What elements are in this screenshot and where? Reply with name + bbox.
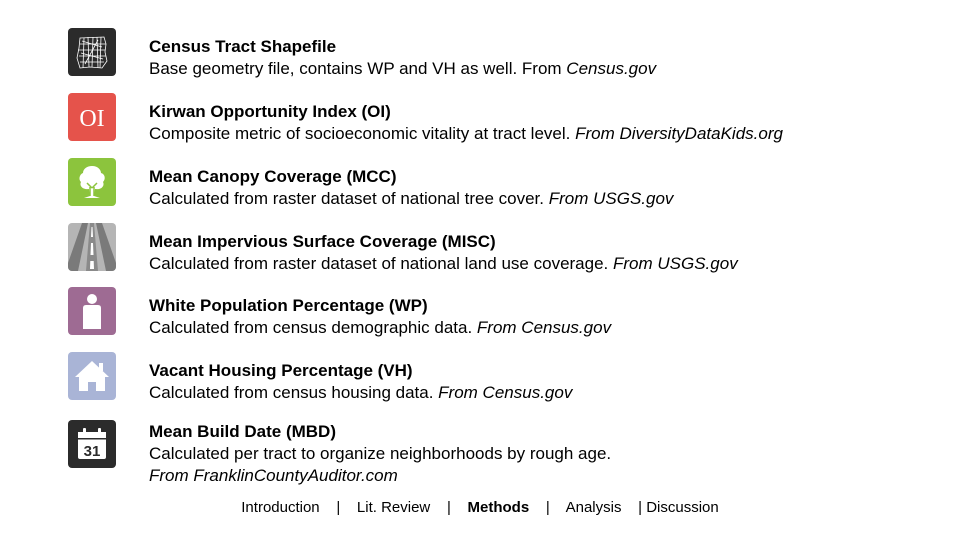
- item-title: Mean Build Date (MBD): [149, 422, 336, 441]
- item-description: Base geometry file, contains WP and VH a…: [149, 59, 657, 78]
- nav-methods[interactable]: Methods: [468, 499, 530, 516]
- item-title: White Population Percentage (WP): [149, 296, 428, 315]
- census-map-icon: [68, 28, 116, 76]
- item-description: Calculated from census demographic data.…: [149, 318, 612, 337]
- section-nav: Introduction | Lit. Review | Methods | A…: [0, 499, 960, 516]
- nav-separator: |: [545, 499, 550, 516]
- person-icon: [68, 287, 116, 335]
- data-source-census-tract: Census Tract Shapefile Base geometry fil…: [68, 28, 948, 80]
- item-source: From DiversityDataKids.org: [575, 124, 783, 143]
- item-source: From USGS.gov: [548, 189, 674, 208]
- data-source-opportunity-index: OI Kirwan Opportunity Index (OI) Composi…: [68, 93, 948, 145]
- data-source-build-date: 31 Mean Build Date (MBD) Calculated per …: [68, 420, 948, 486]
- item-description: Calculated per tract to organize neighbo…: [149, 444, 612, 463]
- nav-discussion[interactable]: | Discussion: [638, 499, 719, 516]
- item-title: Kirwan Opportunity Index (OI): [149, 102, 391, 121]
- item-description: Composite metric of socioeconomic vitali…: [149, 124, 783, 143]
- item-source: From Census.gov: [476, 318, 612, 337]
- item-title: Mean Impervious Surface Coverage (MISC): [149, 232, 496, 251]
- tree-icon: [68, 158, 116, 206]
- item-source: From USGS.gov: [613, 254, 738, 273]
- item-description: Calculated from census housing data. Fro…: [149, 383, 573, 402]
- nav-analysis[interactable]: Analysis: [566, 499, 622, 516]
- house-icon: [68, 352, 116, 400]
- nav-separator: |: [446, 499, 451, 516]
- item-source: From Census.gov: [438, 383, 573, 402]
- calendar-icon: 31: [68, 420, 116, 468]
- item-title: Census Tract Shapefile: [149, 37, 337, 56]
- data-source-impervious: Mean Impervious Surface Coverage (MISC) …: [68, 223, 948, 275]
- nav-lit-review[interactable]: Lit. Review: [357, 499, 430, 516]
- oi-icon: OI: [68, 93, 116, 141]
- road-icon: [68, 223, 116, 271]
- item-title: Vacant Housing Percentage (VH): [149, 361, 413, 380]
- item-title: Mean Canopy Coverage (MCC): [149, 167, 397, 186]
- calendar-icon-text: 31: [84, 443, 101, 460]
- item-source: From FranklinCountyAuditor.com: [149, 466, 398, 485]
- data-source-white-population: White Population Percentage (WP) Calcula…: [68, 287, 948, 339]
- nav-separator: |: [336, 499, 341, 516]
- data-source-vacant-housing: Vacant Housing Percentage (VH) Calculate…: [68, 352, 948, 404]
- item-description: Calculated from raster dataset of nation…: [149, 254, 738, 273]
- data-source-canopy: Mean Canopy Coverage (MCC) Calculated fr…: [68, 158, 948, 210]
- nav-introduction[interactable]: Introduction: [241, 499, 319, 516]
- item-description: Calculated from raster dataset of nation…: [149, 189, 674, 208]
- item-source: Census.gov: [566, 59, 657, 78]
- oi-icon-text: OI: [79, 106, 104, 132]
